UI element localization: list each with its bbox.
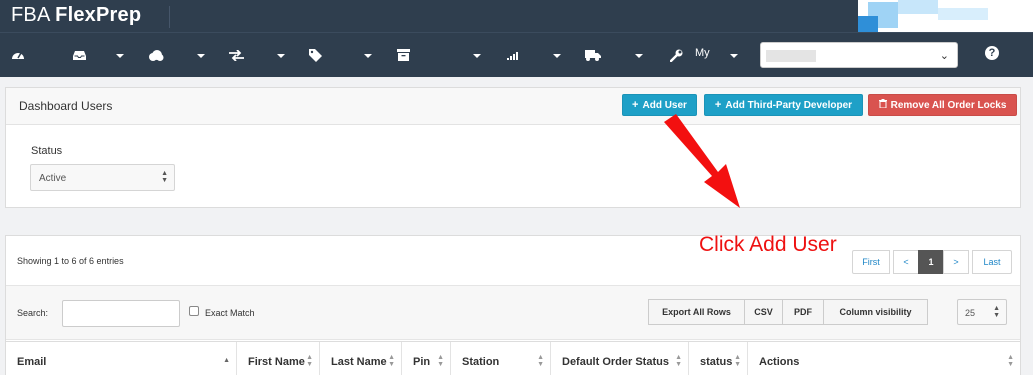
export-button-group: Export All Rows CSV PDF Column visibilit…	[648, 299, 928, 325]
column-label: Email	[17, 356, 47, 368]
sort-icon: ▲ ▼	[437, 354, 444, 368]
column-header-status[interactable]: status ▲ ▼	[689, 342, 748, 375]
status-filter-label: Status	[31, 145, 63, 157]
column-header-pin[interactable]: Pin ▲ ▼	[402, 342, 451, 375]
column-header-default-order-status[interactable]: Default Order Status ▲ ▼	[551, 342, 689, 375]
pagination-next[interactable]: >	[943, 250, 969, 274]
updown-icon: ▲ ▼	[993, 305, 1000, 319]
chevron-down-icon[interactable]	[635, 54, 643, 58]
wrench-icon[interactable]	[670, 33, 683, 77]
exact-match-checkbox[interactable]	[189, 306, 199, 316]
dashboard-icon[interactable]	[11, 33, 25, 77]
brand-name-bold: FlexPrep	[55, 4, 142, 26]
sort-icon: ▲ ▼	[734, 354, 741, 368]
chevron-down-icon[interactable]	[730, 54, 738, 58]
pdf-button[interactable]: PDF	[782, 299, 824, 325]
entries-info: Showing 1 to 6 of 6 entries	[17, 256, 124, 266]
chevron-down-icon[interactable]	[364, 54, 372, 58]
page-length-select[interactable]: 25 ▲ ▼	[957, 299, 1007, 325]
chevron-down-icon[interactable]	[277, 54, 285, 58]
sort-asc-icon: ▲	[223, 357, 230, 364]
column-label: Default Order Status	[562, 356, 669, 368]
pagination: First < 1 > Last	[852, 250, 1012, 274]
blurred-account-name	[766, 50, 816, 62]
trash-icon	[878, 99, 887, 111]
cloud-icon[interactable]	[148, 33, 164, 77]
column-label: Station	[462, 356, 500, 368]
column-label: Last Name	[331, 356, 387, 368]
search-input[interactable]	[62, 300, 180, 327]
column-label: First Name	[248, 356, 305, 368]
users-table-panel: Showing 1 to 6 of 6 entries First < 1 > …	[5, 235, 1021, 375]
page-title: Dashboard Users	[19, 99, 113, 113]
search-label: Search:	[17, 308, 49, 318]
sort-icon: ▲ ▼	[537, 354, 544, 368]
help-icon[interactable]: ?	[985, 46, 999, 60]
export-all-rows-button[interactable]: Export All Rows	[648, 299, 745, 325]
sort-icon: ▲ ▼	[1007, 354, 1014, 368]
sort-icon: ▲ ▼	[306, 354, 313, 368]
panel-header: Dashboard Users + Add User + Add Third-P…	[6, 88, 1020, 125]
column-header-email[interactable]: Email ▲	[6, 342, 237, 375]
remove-all-order-locks-button[interactable]: Remove All Order Locks	[868, 94, 1017, 116]
table-toolbar: Search: Exact Match Export All Rows CSV …	[6, 285, 1020, 340]
pagination-last[interactable]: Last	[972, 250, 1012, 274]
column-label: status	[700, 356, 733, 368]
table-header-row: Email ▲ First Name ▲ ▼ Last Name ▲ ▼ Pin ▲…	[6, 341, 1020, 375]
main-navbar: My ⌄ ?	[0, 32, 1033, 77]
archive-icon[interactable]	[397, 33, 410, 77]
pagination-page-1[interactable]: 1	[918, 250, 944, 274]
chevron-down-icon: ⌄	[939, 50, 949, 62]
top-header: FBA FlexPrep	[0, 0, 1033, 32]
truck-icon[interactable]	[585, 33, 601, 77]
chevron-down-icon[interactable]	[473, 54, 481, 58]
account-select[interactable]: ⌄	[760, 42, 958, 68]
inbox-icon[interactable]	[73, 33, 86, 77]
updown-icon: ▲ ▼	[161, 170, 168, 184]
status-filter-select[interactable]: Active ▲ ▼	[30, 164, 175, 191]
column-visibility-button[interactable]: Column visibility	[823, 299, 928, 325]
brand-name-light: FBA	[11, 4, 56, 26]
add-user-label: Add User	[642, 99, 687, 111]
chevron-down-icon[interactable]	[116, 54, 124, 58]
annotation-text: Click Add User	[699, 233, 837, 256]
exact-match-label[interactable]: Exact Match	[205, 308, 255, 318]
add-third-party-label: Add Third-Party Developer	[725, 99, 853, 111]
page-length-value: 25	[965, 308, 976, 318]
column-header-first-name[interactable]: First Name ▲ ▼	[237, 342, 320, 375]
column-header-actions[interactable]: Actions ▲ ▼	[748, 342, 1020, 375]
remove-locks-label: Remove All Order Locks	[890, 99, 1007, 111]
pagination-prev[interactable]: <	[893, 250, 919, 274]
tags-icon[interactable]	[309, 33, 324, 77]
sort-icon: ▲ ▼	[675, 354, 682, 368]
plus-icon: +	[632, 99, 639, 111]
signal-icon[interactable]	[507, 33, 520, 77]
column-header-station[interactable]: Station ▲ ▼	[451, 342, 551, 375]
status-filter-value: Active	[39, 173, 67, 184]
dashboard-users-panel: Dashboard Users + Add User + Add Third-P…	[5, 87, 1021, 208]
brand-logo[interactable]: FBA FlexPrep	[11, 4, 141, 27]
blurred-account-area	[858, 0, 1033, 32]
my-menu-label[interactable]: My	[695, 47, 710, 59]
sort-icon: ▲ ▼	[388, 354, 395, 368]
chevron-down-icon[interactable]	[197, 54, 205, 58]
csv-button[interactable]: CSV	[744, 299, 783, 325]
chevron-down-icon[interactable]	[553, 54, 561, 58]
transfer-icon[interactable]	[229, 33, 244, 77]
header-divider	[169, 6, 170, 28]
column-label: Actions	[759, 356, 800, 368]
column-label: Pin	[413, 356, 431, 368]
column-header-last-name[interactable]: Last Name ▲ ▼	[320, 342, 402, 375]
annotation-arrow	[664, 114, 740, 208]
pagination-first[interactable]: First	[852, 250, 890, 274]
